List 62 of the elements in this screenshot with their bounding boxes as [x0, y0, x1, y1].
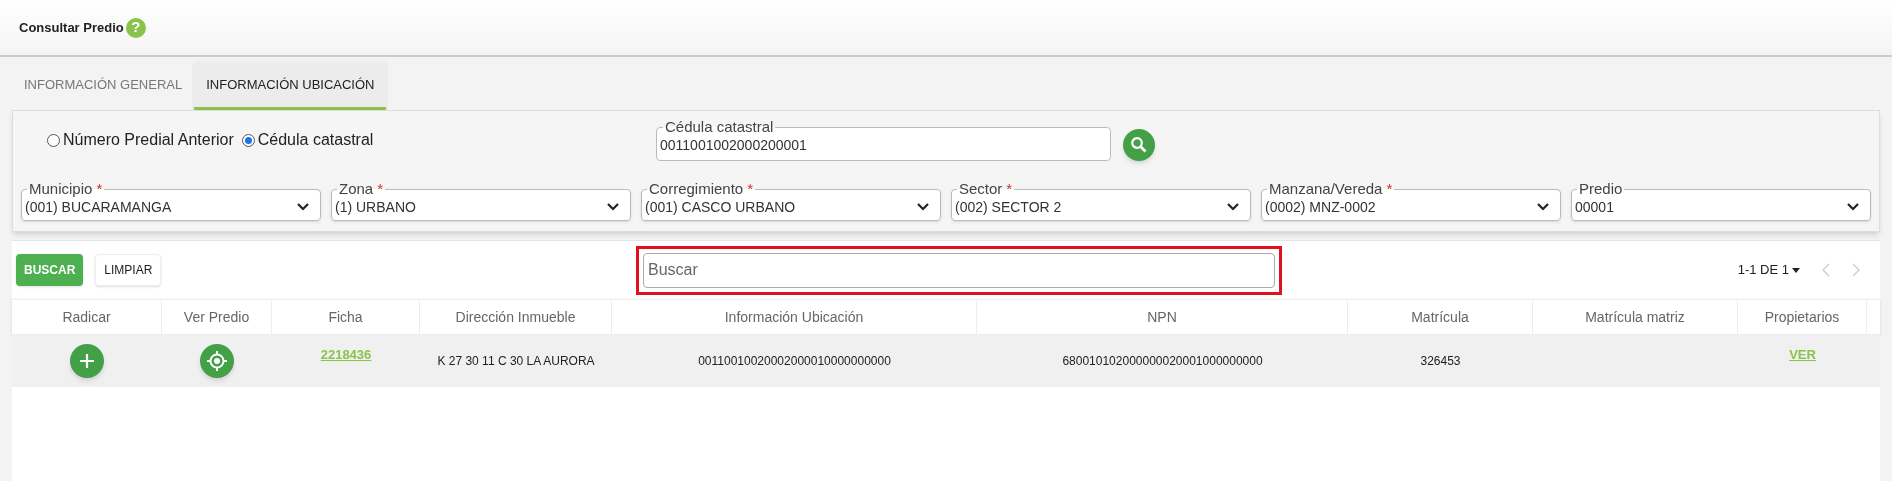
table-cell-text: 326453 — [1420, 353, 1461, 370]
chevron-down-icon — [296, 202, 310, 212]
field-label: Cédula catastral — [664, 119, 775, 135]
column-header: Matrícula matriz — [1585, 307, 1685, 327]
caret-icon — [1792, 267, 1800, 273]
text-field[interactable]: Cédula catastral 0011001002000200001 — [656, 119, 1111, 161]
select-value: (1) URBANO — [335, 197, 416, 217]
chevron-down-icon — [1846, 202, 1860, 212]
select-value: 00001 — [1575, 197, 1614, 217]
select-field[interactable]: Sector * (002) SECTOR 2 — [951, 181, 1251, 221]
clear-button[interactable]: LIMPIAR — [95, 254, 162, 286]
required-mark: * — [377, 180, 384, 197]
add-button[interactable] — [70, 344, 104, 378]
tab[interactable]: INFORMACIÓN GENERAL — [12, 62, 195, 110]
column-header: Ficha — [328, 307, 363, 327]
radio-label: Número Predial Anterior — [63, 130, 234, 150]
field-label: Zona — [339, 180, 374, 197]
radio-button[interactable] — [47, 133, 60, 147]
field-label: Manzana/Vereda — [1269, 180, 1383, 197]
column-header: NPN — [1147, 307, 1177, 327]
search-button[interactable] — [1123, 129, 1155, 161]
column-header: Propietarios — [1764, 307, 1840, 327]
pagination-dropdown[interactable]: 1-1 DE 1 — [1737, 260, 1800, 280]
search-icon — [1130, 136, 1148, 154]
field-label: Sector — [959, 180, 1003, 197]
column-header: Radicar — [62, 307, 111, 327]
select-value: (001) CASCO URBANO — [645, 197, 796, 217]
table-cell-text: 00110010020002000010000000000 — [698, 353, 891, 370]
column-header: Ver Predio — [183, 307, 250, 327]
plus-icon — [79, 353, 95, 369]
select-field[interactable]: Corregimiento * (001) CASCO URBANO — [641, 181, 941, 221]
select-value: (0002) MNZ-0002 — [1265, 197, 1376, 217]
field-value: 0011001002000200001 — [660, 135, 807, 155]
crosshair-icon — [206, 350, 228, 372]
chevron-down-icon — [916, 202, 930, 212]
search-field[interactable]: Buscar — [643, 252, 1275, 288]
required-mark: * — [1386, 180, 1393, 197]
field-label: Predio — [1579, 180, 1623, 197]
required-mark: * — [96, 180, 103, 197]
column-header: Información Ubicación — [724, 307, 864, 327]
required-mark: * — [747, 180, 754, 197]
column-header: Dirección Inmueble — [455, 307, 576, 327]
select-field[interactable]: Municipio * (001) BUCARAMANGA — [21, 181, 321, 221]
field-label: Corregimiento — [649, 180, 744, 197]
chevron-down-icon — [1536, 202, 1550, 212]
field-label: Municipio — [29, 180, 93, 197]
select-field[interactable]: Manzana/Vereda * (0002) MNZ-0002 — [1261, 181, 1561, 221]
table-cell-text: K 27 30 11 C 30 LA AURORA — [437, 353, 595, 370]
select-field[interactable]: Predio 00001 — [1571, 181, 1871, 221]
radio-button[interactable] — [241, 133, 255, 147]
column-header: Matrícula — [1411, 307, 1469, 327]
select-value: (002) SECTOR 2 — [955, 197, 1062, 217]
page-title: Consultar Predio — [19, 18, 124, 37]
select-field[interactable]: Zona * (1) URBANO — [331, 181, 631, 221]
chevron-down-icon — [606, 202, 620, 212]
required-mark: * — [1006, 180, 1013, 197]
chevron-down-icon — [1226, 202, 1240, 212]
locate-button[interactable] — [200, 344, 234, 378]
radio-label: Cédula catastral — [257, 130, 374, 150]
tab[interactable]: INFORMACIÓN UBICACIÓN — [194, 62, 387, 110]
table-cell-text: 680010102000000020001000000000 — [1062, 353, 1263, 370]
select-value: (001) BUCARAMANGA — [25, 197, 172, 217]
